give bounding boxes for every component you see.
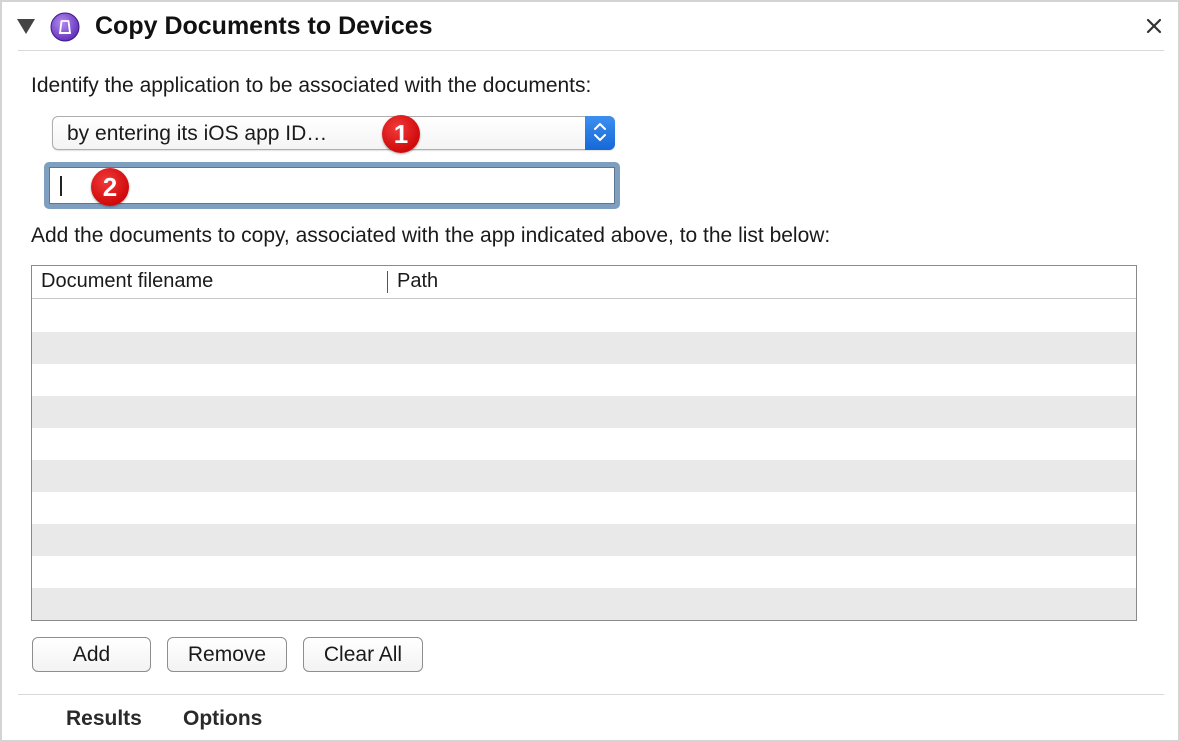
- table-row[interactable]: [32, 396, 1136, 428]
- text-caret: [60, 176, 62, 196]
- callout-badge-2: 2: [91, 168, 129, 206]
- table-row[interactable]: [32, 460, 1136, 492]
- tab-options[interactable]: Options: [183, 707, 262, 731]
- clear-all-button[interactable]: Clear All: [303, 637, 423, 672]
- table-row[interactable]: [32, 524, 1136, 556]
- table-row[interactable]: [32, 556, 1136, 588]
- app-id-input[interactable]: [49, 167, 615, 204]
- table-row[interactable]: [32, 364, 1136, 396]
- table-row[interactable]: [32, 492, 1136, 524]
- app-icon: [50, 12, 80, 42]
- popup-selected-value: by entering its iOS app ID…: [67, 122, 328, 145]
- column-header-filename[interactable]: Document filename: [41, 270, 213, 293]
- close-icon[interactable]: [1144, 16, 1164, 36]
- documents-table[interactable]: Document filename Path: [31, 265, 1137, 621]
- popup-stepper-icon: [585, 116, 615, 150]
- add-documents-label: Add the documents to copy, associated wi…: [31, 224, 831, 247]
- callout-badge-1: 1: [382, 115, 420, 153]
- table-header: Document filename Path: [32, 266, 1136, 299]
- footer-divider: [18, 694, 1164, 695]
- disclosure-triangle-down-icon[interactable]: [16, 17, 36, 35]
- column-header-path[interactable]: Path: [397, 270, 438, 293]
- header-divider: [18, 50, 1164, 51]
- identify-app-label: Identify the application to be associate…: [31, 74, 592, 97]
- identify-method-popup[interactable]: by entering its iOS app ID…: [52, 116, 615, 150]
- action-title: Copy Documents to Devices: [95, 12, 433, 40]
- remove-button[interactable]: Remove: [167, 637, 287, 672]
- table-row[interactable]: [32, 620, 1136, 621]
- tab-results[interactable]: Results: [66, 707, 142, 731]
- table-body[interactable]: [32, 300, 1136, 621]
- action-header: Copy Documents to Devices: [2, 2, 1178, 52]
- add-button[interactable]: Add: [32, 637, 151, 672]
- table-row[interactable]: [32, 588, 1136, 620]
- table-row[interactable]: [32, 332, 1136, 364]
- action-panel: Copy Documents to Devices Identify the a…: [0, 0, 1180, 742]
- table-row[interactable]: [32, 428, 1136, 460]
- table-row[interactable]: [32, 300, 1136, 332]
- column-divider[interactable]: [387, 271, 388, 293]
